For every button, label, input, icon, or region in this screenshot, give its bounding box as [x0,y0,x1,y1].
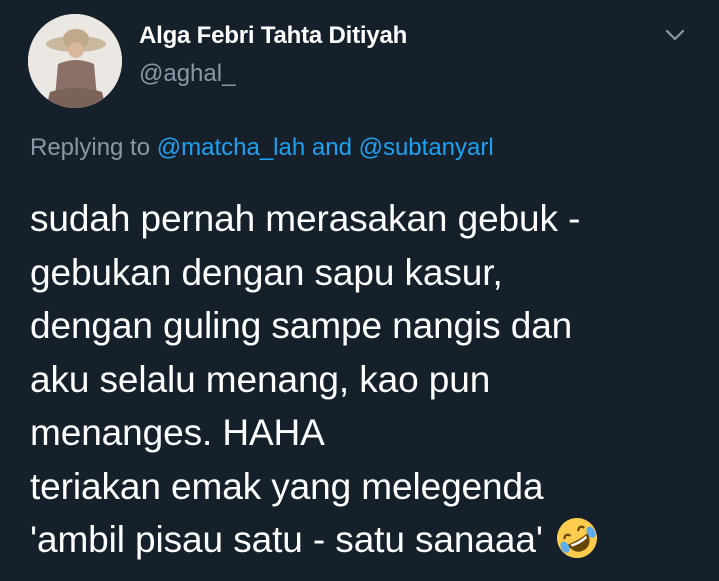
replying-to: Replying to @matcha_lah and @subtanyarl [30,134,494,162]
rolling-on-the-floor-laughing-icon [556,518,597,558]
tweet-line: aku selalu menang, kao pun [30,358,491,400]
tweet-line: menanges. HAHA [30,412,325,453]
tweet-line: gebukan dengan sapu kasur, [30,251,503,293]
tweet-line-last: 'ambil pisau satu - satu sanaaa' [30,513,710,567]
mention-link-2[interactable]: @subtanyarl [359,134,494,161]
avatar-image [28,14,122,108]
tweet-menu-button[interactable] [660,24,690,46]
tweet-line-text: 'ambil pisau satu - satu sanaaa' [30,519,543,560]
tweet-line: sudah pernah merasakan gebuk - [30,198,581,239]
tweet-text: sudah pernah merasakan gebuk - gebukan d… [30,192,710,567]
replying-to-label: Replying to [30,134,151,161]
author-name[interactable]: Alga Febri Tahta Ditiyah [139,22,407,50]
chevron-down-icon [665,29,685,41]
author-handle[interactable]: @aghal_ [139,60,235,88]
author-avatar[interactable] [28,14,122,108]
tweet-line: teriakan emak yang melegenda [30,465,544,507]
tweet-line: dengan guling sampe nangis dan [30,305,573,346]
mention-conjunction[interactable]: and [312,134,352,161]
mention-link-1[interactable]: @matcha_lah [157,134,305,161]
